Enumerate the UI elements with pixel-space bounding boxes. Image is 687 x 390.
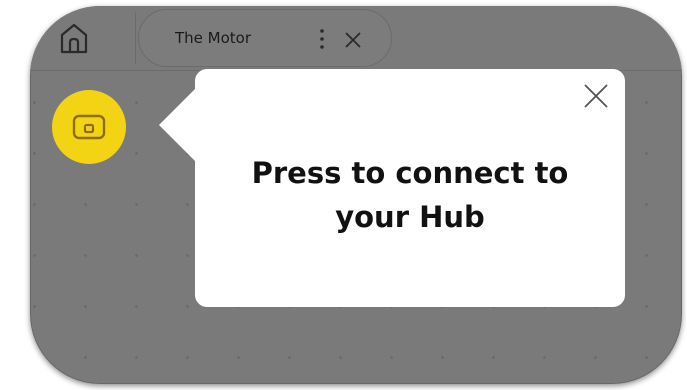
close-icon[interactable] (583, 83, 609, 109)
home-icon (60, 23, 88, 54)
popup-message: Press to connect to your Hub (195, 151, 625, 239)
vertical-dots-icon[interactable] (317, 27, 327, 51)
project-title: The Motor (175, 29, 252, 47)
connect-tooltip-popup: Press to connect to your Hub (159, 69, 625, 307)
popup-pointer (159, 87, 197, 163)
hub-icon (72, 114, 106, 140)
popup-message-line2: your Hub (335, 200, 485, 234)
app-window: The Motor Press to connect to your Hub (30, 6, 682, 384)
home-button[interactable] (56, 20, 92, 56)
project-tab[interactable]: The Motor (138, 9, 392, 67)
toolbar-divider (135, 12, 136, 64)
top-bar: The Motor (30, 6, 682, 71)
close-icon[interactable] (344, 31, 362, 49)
popup-message-line1: Press to connect to (251, 156, 569, 190)
connect-hub-button[interactable] (52, 90, 126, 164)
